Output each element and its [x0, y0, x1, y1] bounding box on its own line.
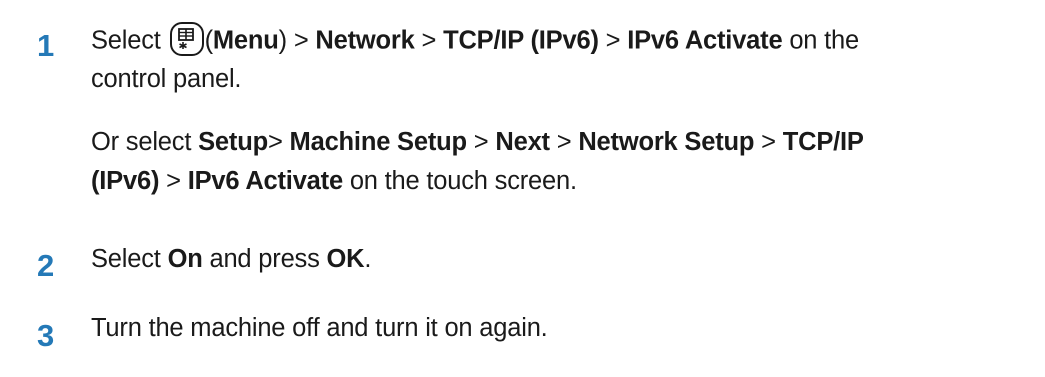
tcpip-ipv6-label: TCP/IP (IPv6) — [443, 26, 599, 55]
step-number-3: 3 — [37, 318, 55, 353]
ipv6-activate-label: IPv6 Activate — [187, 167, 343, 195]
menu-icon — [169, 22, 204, 56]
period: . — [364, 245, 372, 273]
select-text: Select — [91, 245, 168, 273]
menu-label: Menu — [212, 26, 279, 55]
separator: > — [598, 26, 628, 55]
on-label: On — [167, 245, 203, 273]
and-press-text: and press — [202, 245, 327, 273]
step-number-1: 1 — [37, 28, 55, 63]
separator: > — [267, 128, 290, 156]
separator: > — [754, 128, 783, 156]
tcpip-label: TCP/IP — [782, 128, 864, 156]
step-number-2: 2 — [37, 248, 55, 283]
paren-close: ) — [278, 26, 288, 55]
next-label: Next — [495, 128, 550, 156]
machine-setup-label: Machine Setup — [289, 128, 468, 156]
step-1-alt-line-2: (IPv6) > IPv6 Activate on the touch scre… — [91, 166, 577, 196]
trailing-text: on the touch screen. — [342, 167, 577, 195]
trailing-text: on the — [782, 26, 860, 55]
separator: > — [414, 26, 444, 55]
step-1-alt-line-1: Or select Setup> Machine Setup > Next > … — [91, 127, 864, 157]
ok-label: OK — [326, 245, 365, 273]
step-1-line-1: Select (Menu) > Network > TCP/IP (IPv6) … — [91, 22, 860, 59]
ipv6-label: (IPv6) — [91, 167, 160, 195]
select-text: Select — [91, 26, 168, 55]
separator: > — [466, 128, 496, 156]
separator: > — [549, 128, 579, 156]
or-select-text: Or select — [91, 128, 199, 156]
ipv6-activate-label: IPv6 Activate — [627, 26, 783, 55]
step-1-line-2: control panel. — [91, 65, 242, 93]
network-label: Network — [315, 26, 415, 55]
separator: > — [286, 26, 316, 55]
setup-label: Setup — [198, 128, 268, 156]
separator: > — [159, 167, 188, 195]
paren-open: ( — [204, 26, 214, 55]
step-3-line: Turn the machine off and turn it on agai… — [91, 314, 548, 342]
step-2-line: Select On and press OK. — [91, 244, 371, 274]
network-setup-label: Network Setup — [578, 128, 755, 156]
